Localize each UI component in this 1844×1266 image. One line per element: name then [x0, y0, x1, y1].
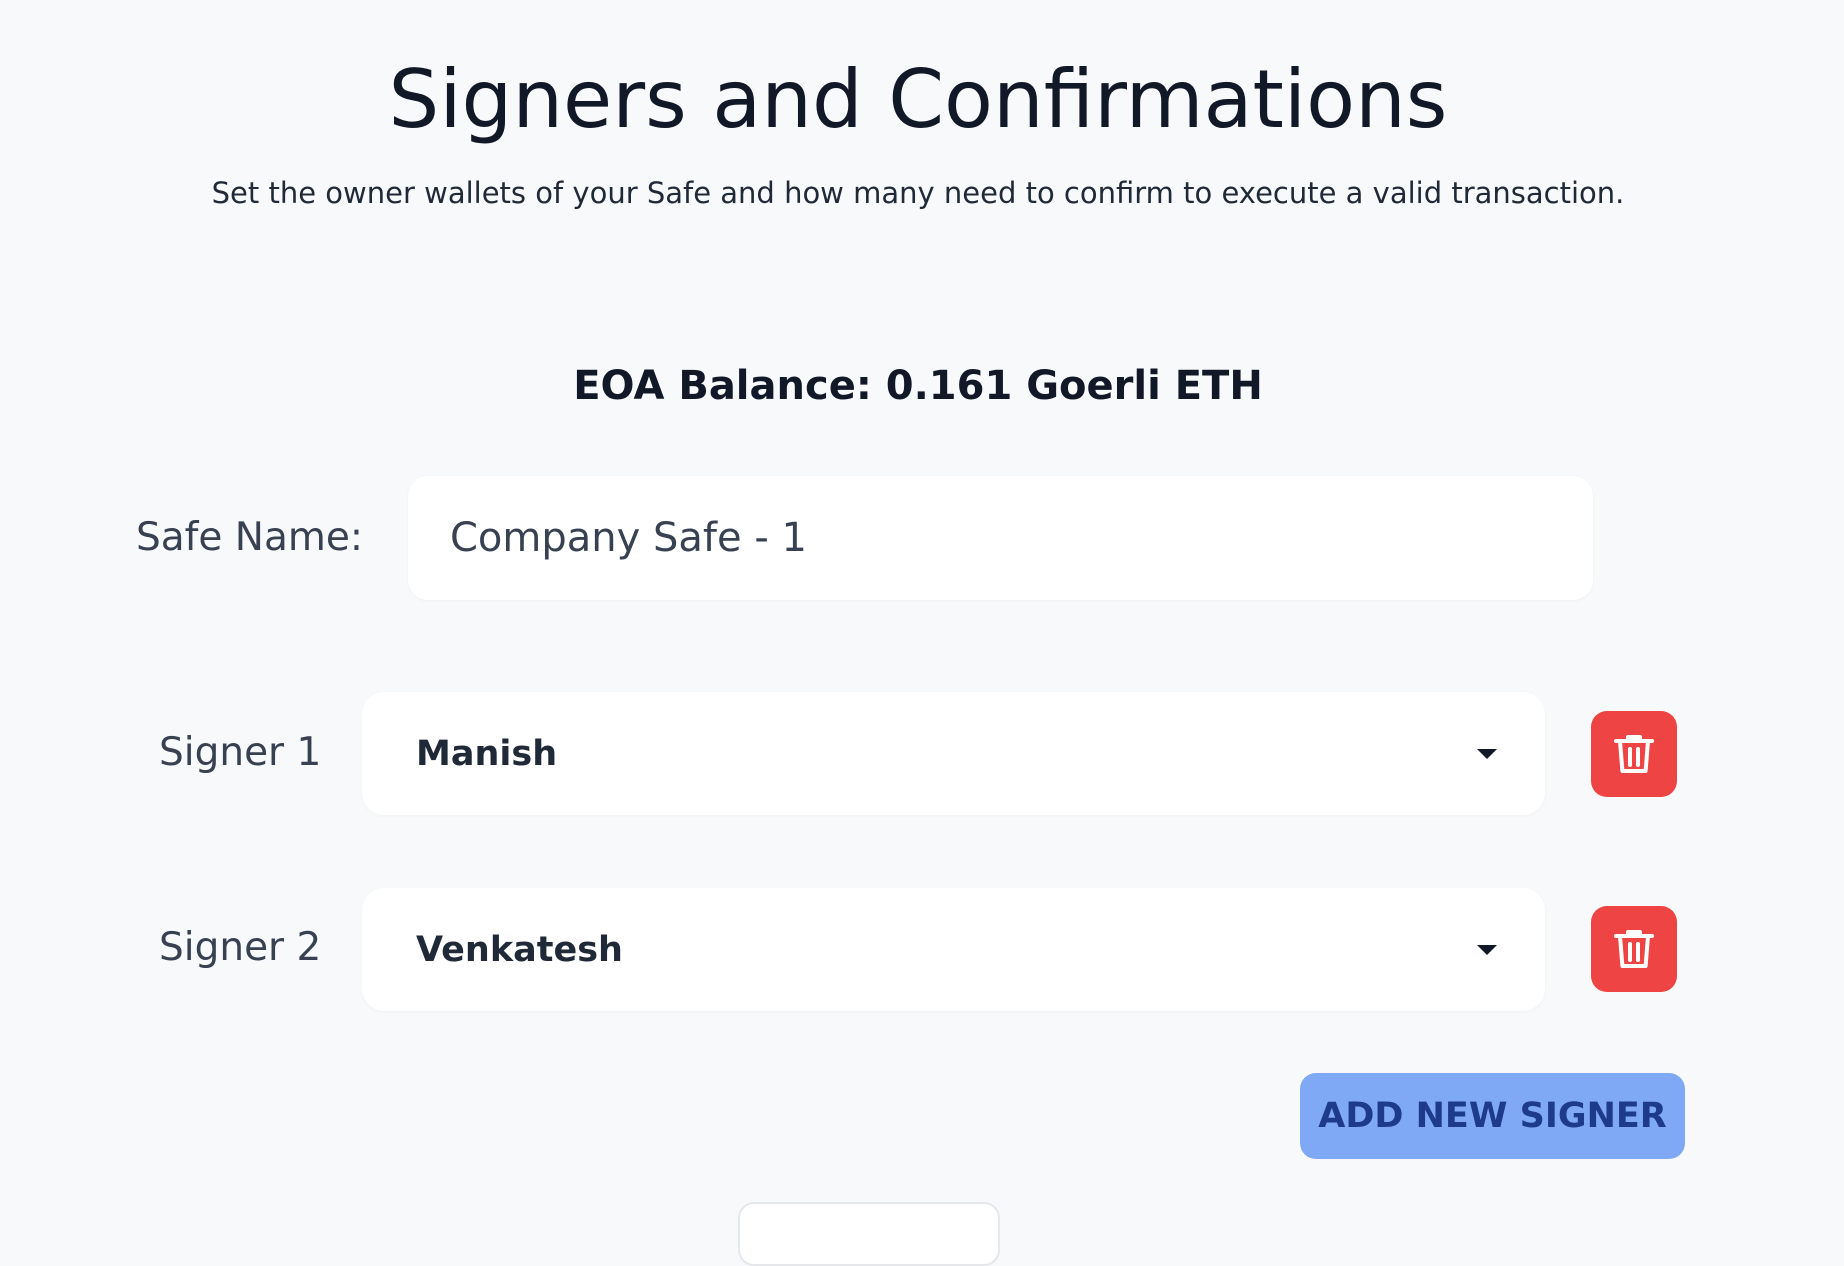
chevron-down-icon [1477, 944, 1497, 955]
signer-1-value: Manish [416, 733, 558, 774]
trash-icon [1614, 735, 1654, 773]
safe-name-label: Safe Name: [136, 515, 363, 560]
signer-2-value: Venkatesh [416, 929, 623, 970]
signer-1-select[interactable]: Manish [362, 692, 1545, 815]
signer-2-label: Signer 2 [159, 925, 322, 970]
delete-signer-2-button[interactable] [1591, 906, 1677, 992]
delete-signer-1-button[interactable] [1591, 711, 1677, 797]
next-button[interactable] [738, 1202, 1000, 1266]
signer-1-label: Signer 1 [159, 730, 322, 775]
page-title: Signers and Confirmations [388, 53, 1448, 146]
safe-name-input[interactable]: Company Safe - 1 [408, 476, 1593, 600]
eoa-balance: EOA Balance: 0.161 Goerli ETH [573, 363, 1263, 409]
signer-2-select[interactable]: Venkatesh [362, 888, 1545, 1011]
trash-icon [1614, 930, 1654, 968]
safe-name-value: Company Safe - 1 [450, 515, 807, 561]
chevron-down-icon [1477, 748, 1497, 759]
add-new-signer-button[interactable]: ADD NEW SIGNER [1300, 1073, 1685, 1159]
page-subtitle: Set the owner wallets of your Safe and h… [211, 176, 1625, 210]
